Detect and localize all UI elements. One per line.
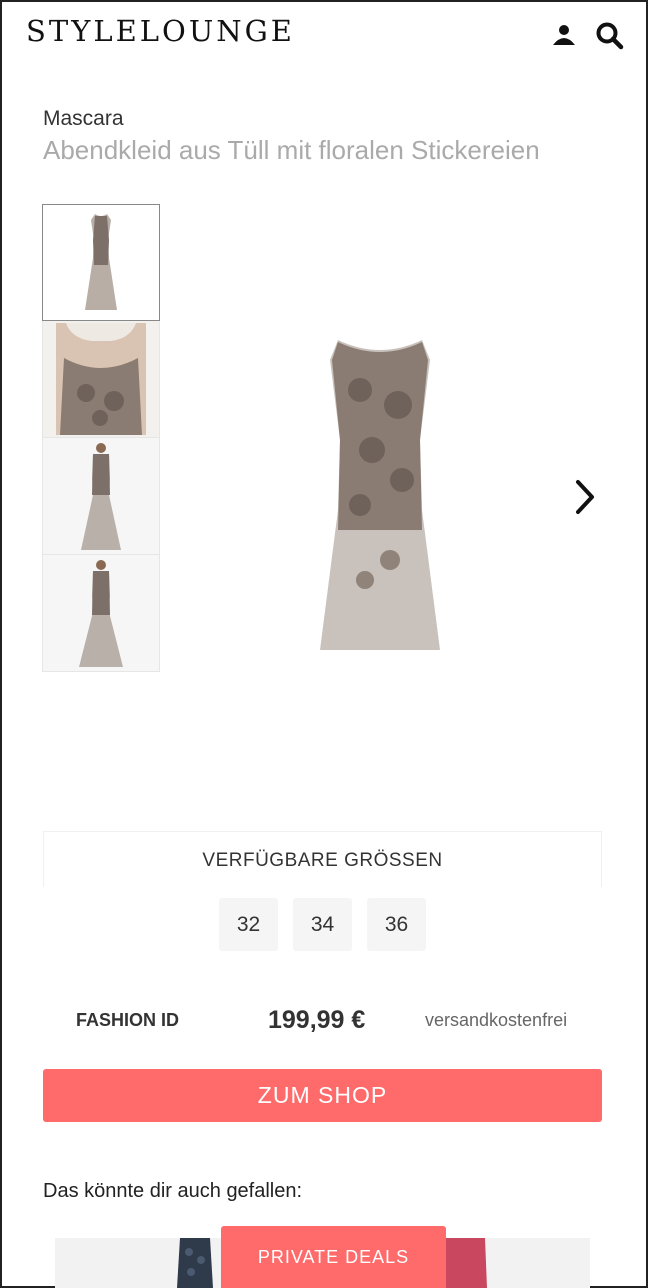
size-option-36[interactable]: 36 <box>367 898 426 951</box>
size-option-32[interactable]: 32 <box>219 898 278 951</box>
logo[interactable]: STYLELOUNGE <box>26 14 295 48</box>
header: STYLELOUNGE <box>0 0 648 72</box>
thumbnail-dress-closeup[interactable] <box>42 321 160 438</box>
sizes-label: VERFÜGBARE GRÖSSEN <box>202 850 443 871</box>
model-front-thumbnail-image <box>81 443 121 550</box>
product-brand[interactable]: Mascara <box>43 107 124 131</box>
product-title: Abendkleid aus Tüll mit floralen Sticker… <box>43 135 540 165</box>
model-front-2-thumbnail-image <box>79 560 123 667</box>
thumbnail-list <box>42 204 160 672</box>
private-deals-button[interactable]: PRIVATE DEALS <box>221 1226 446 1288</box>
sizes-panel: VERFÜGBARE GRÖSSEN <box>43 831 602 887</box>
chevron-right-icon[interactable] <box>570 478 600 516</box>
zum-shop-button[interactable]: ZUM SHOP <box>43 1069 602 1122</box>
recommendation-item[interactable] <box>165 1238 225 1288</box>
main-product-image[interactable] <box>290 330 470 660</box>
shop-name: FASHION ID <box>76 1010 180 1030</box>
search-icon[interactable] <box>594 20 624 50</box>
dress-closeup-thumbnail-image <box>56 323 146 435</box>
thumbnail-model-front-2[interactable] <box>42 555 160 672</box>
price: 199,99 € <box>268 1006 366 1034</box>
dress-front-thumbnail-image <box>85 214 117 310</box>
user-icon[interactable] <box>549 20 579 50</box>
recommendations-heading: Das könnte dir auch gefallen: <box>43 1180 303 1202</box>
thumbnail-dress-front[interactable] <box>42 204 160 321</box>
size-option-34[interactable]: 34 <box>293 898 352 951</box>
thumbnail-model-front[interactable] <box>42 438 160 555</box>
shipping-info: versandkostenfrei <box>425 1010 568 1030</box>
